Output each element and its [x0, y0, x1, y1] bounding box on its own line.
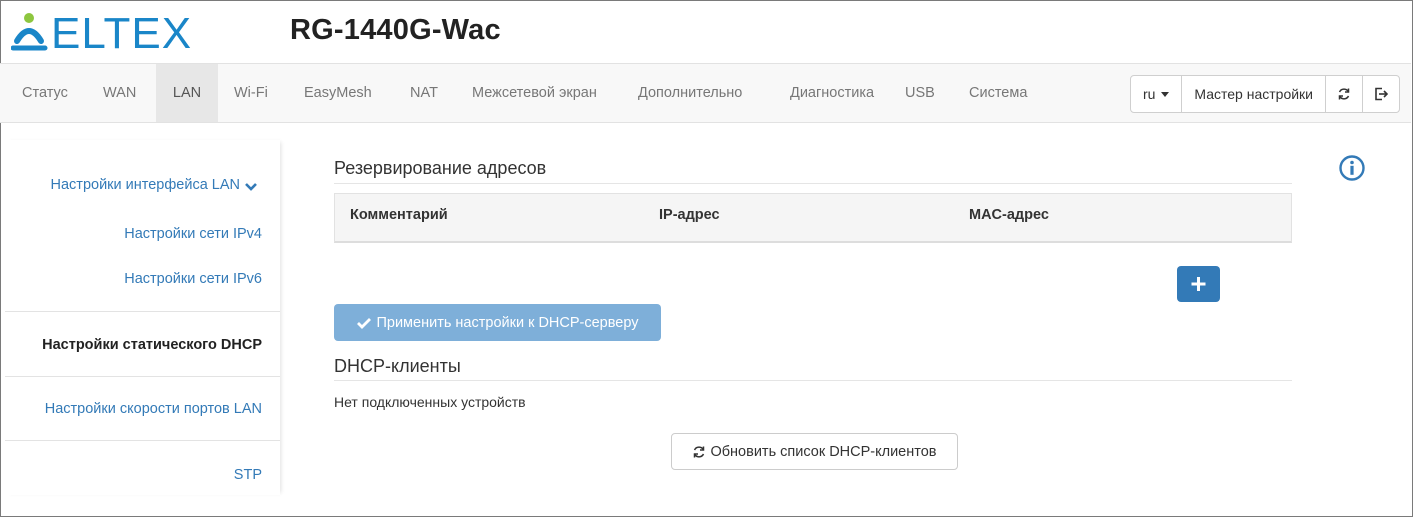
column-comment: Комментарий	[350, 207, 448, 223]
nav-wifi[interactable]: Wi-Fi	[220, 64, 282, 122]
nav-diagnostics[interactable]: Диагностика	[776, 64, 888, 122]
caret-down-icon	[1161, 91, 1170, 97]
main-navbar: Статус WAN LAN Wi-Fi EasyMesh NAT Межсет…	[0, 63, 1411, 123]
sidebar-item-static-dhcp[interactable]: Настройки статического DHCP	[5, 337, 280, 353]
nav-firewall[interactable]: Межсетевой экран	[458, 64, 611, 122]
nav-easymesh[interactable]: EasyMesh	[290, 64, 386, 122]
refresh-button-label: Обновить список DHCP-клиентов	[710, 443, 937, 460]
refresh-button[interactable]	[1325, 76, 1362, 112]
sidebar-item-ipv4[interactable]: Настройки сети IPv4	[5, 226, 280, 242]
nav-usb[interactable]: USB	[891, 64, 949, 122]
section-divider	[334, 183, 1292, 184]
refresh-icon	[694, 445, 705, 458]
sidebar-item-lan-interface[interactable]: Настройки интерфейса LAN	[5, 177, 280, 193]
logout-button[interactable]	[1362, 76, 1399, 112]
chevron-down-icon	[245, 183, 257, 191]
checkmark-icon	[357, 317, 372, 329]
header: ELTEX RG-1440G-Wac	[0, 0, 1411, 63]
sidebar-item-ipv6[interactable]: Настройки сети IPv6	[5, 271, 280, 287]
sidebar-item-stp[interactable]: STP	[5, 467, 280, 483]
dhcp-clients-title: DHCP-клиенты	[334, 356, 461, 376]
svg-text:ELTEX: ELTEX	[51, 11, 192, 51]
language-label: ru	[1142, 86, 1156, 102]
logout-icon	[1375, 87, 1388, 101]
apply-dhcp-button[interactable]: Применить настройки к DHCP-серверу	[334, 304, 661, 341]
setup-wizard-button[interactable]: Мастер настройки	[1181, 76, 1325, 112]
sidebar-divider	[5, 311, 280, 312]
device-title: RG-1440G-Wac	[290, 14, 501, 46]
sidebar-item-label: Настройки интерфейса LAN	[50, 177, 240, 193]
nav-wan[interactable]: WAN	[89, 64, 150, 122]
refresh-dhcp-clients-button[interactable]: Обновить список DHCP-клиентов	[671, 433, 958, 470]
nav-right-group: ru Мастер настройки	[1129, 75, 1400, 113]
reservation-table-header: Комментарий IP-адрес MAC-адрес	[334, 193, 1292, 243]
sidebar-divider	[5, 440, 280, 441]
nav-additional[interactable]: Дополнительно	[624, 64, 756, 122]
eltex-logo: ELTEX	[11, 11, 192, 51]
info-icon[interactable]	[1338, 154, 1366, 182]
column-ip-address: IP-адрес	[659, 207, 720, 223]
apply-button-label: Применить настройки к DHCP-серверу	[376, 314, 639, 331]
sidebar-divider	[5, 376, 280, 377]
nav-status[interactable]: Статус	[8, 64, 82, 122]
reservation-title: Резервирование адресов	[334, 158, 547, 178]
add-reservation-button[interactable]	[1177, 266, 1220, 302]
nav-nat[interactable]: NAT	[396, 64, 452, 122]
language-dropdown[interactable]: ru	[1131, 76, 1181, 112]
sidebar: Настройки интерфейса LAN Настройки сети …	[5, 140, 280, 495]
nav-system[interactable]: Система	[955, 64, 1041, 122]
refresh-icon	[1338, 88, 1350, 100]
plus-icon	[1191, 277, 1206, 291]
nav-lan[interactable]: LAN	[156, 64, 218, 122]
no-devices-text: Нет подключенных устройств	[334, 394, 526, 410]
column-mac-address: MAC-адрес	[969, 207, 1049, 223]
section-divider	[334, 380, 1292, 381]
sidebar-item-port-speed[interactable]: Настройки скорости портов LAN	[5, 401, 280, 417]
